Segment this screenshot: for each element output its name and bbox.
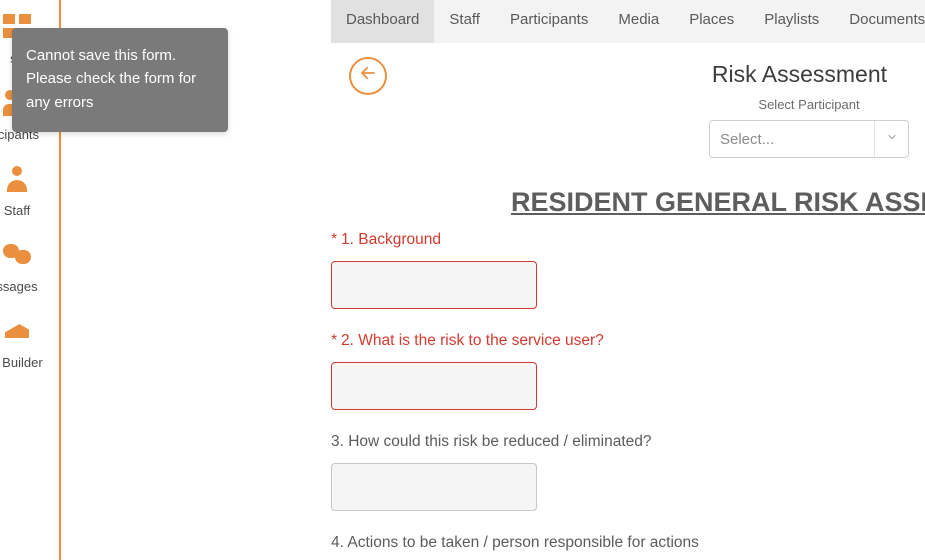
form: *1. Background *2. What is the risk to t… [331,231,925,560]
participant-select-block: Select Participant Select... [709,97,909,158]
tab-documents[interactable]: Documents [834,0,925,43]
error-toast-message: Cannot save this form. Please check the … [26,47,196,111]
user-icon [0,166,59,196]
question-4-label: 4. Actions to be taken / person responsi… [331,534,925,552]
sidebar-item-messages[interactable]: ssages [0,228,59,304]
question-1-label: *1. Background [331,231,925,249]
sidebar-item-label: n Builder [0,355,43,370]
tab-playlists[interactable]: Playlists [749,0,834,43]
build-icon [0,318,59,348]
arrow-left-icon [359,64,377,88]
sidebar-item-staff[interactable]: Staff [0,152,59,228]
question-3-input[interactable] [331,463,537,511]
sidebar-item-label: Staff [4,203,31,218]
top-nav: Dashboard Staff Participants Media Place… [331,0,925,43]
tab-places[interactable]: Places [674,0,749,43]
sidebar-item-builder[interactable]: n Builder [0,304,59,380]
required-asterisk: * [331,332,337,349]
page-title: Risk Assessment [712,61,887,88]
required-asterisk: * [331,231,337,248]
tab-participants[interactable]: Participants [495,0,603,43]
question-2-label: *2. What is the risk to the service user… [331,332,925,350]
chat-icon [0,242,59,272]
question-1-input[interactable] [331,261,537,309]
participant-select[interactable]: Select... [709,120,909,158]
tab-media[interactable]: Media [603,0,674,43]
question-3-label: 3. How could this risk be reduced / elim… [331,433,925,451]
back-button[interactable] [349,57,387,95]
chevron-down-icon [874,121,908,157]
main-panel: Dashboard Staff Participants Media Place… [331,0,925,560]
participant-select-value: Select... [710,131,874,148]
tab-dashboard[interactable]: Dashboard [331,0,434,43]
tab-staff[interactable]: Staff [434,0,495,43]
form-heading: RESIDENT GENERAL RISK ASSESSMENT [511,187,925,218]
error-toast: Cannot save this form. Please check the … [12,28,228,132]
question-2-input[interactable] [331,362,537,410]
participant-select-label: Select Participant [709,97,909,112]
content: Risk Assessment Select Participant Selec… [331,43,925,560]
sidebar-item-label: ssages [0,279,38,294]
